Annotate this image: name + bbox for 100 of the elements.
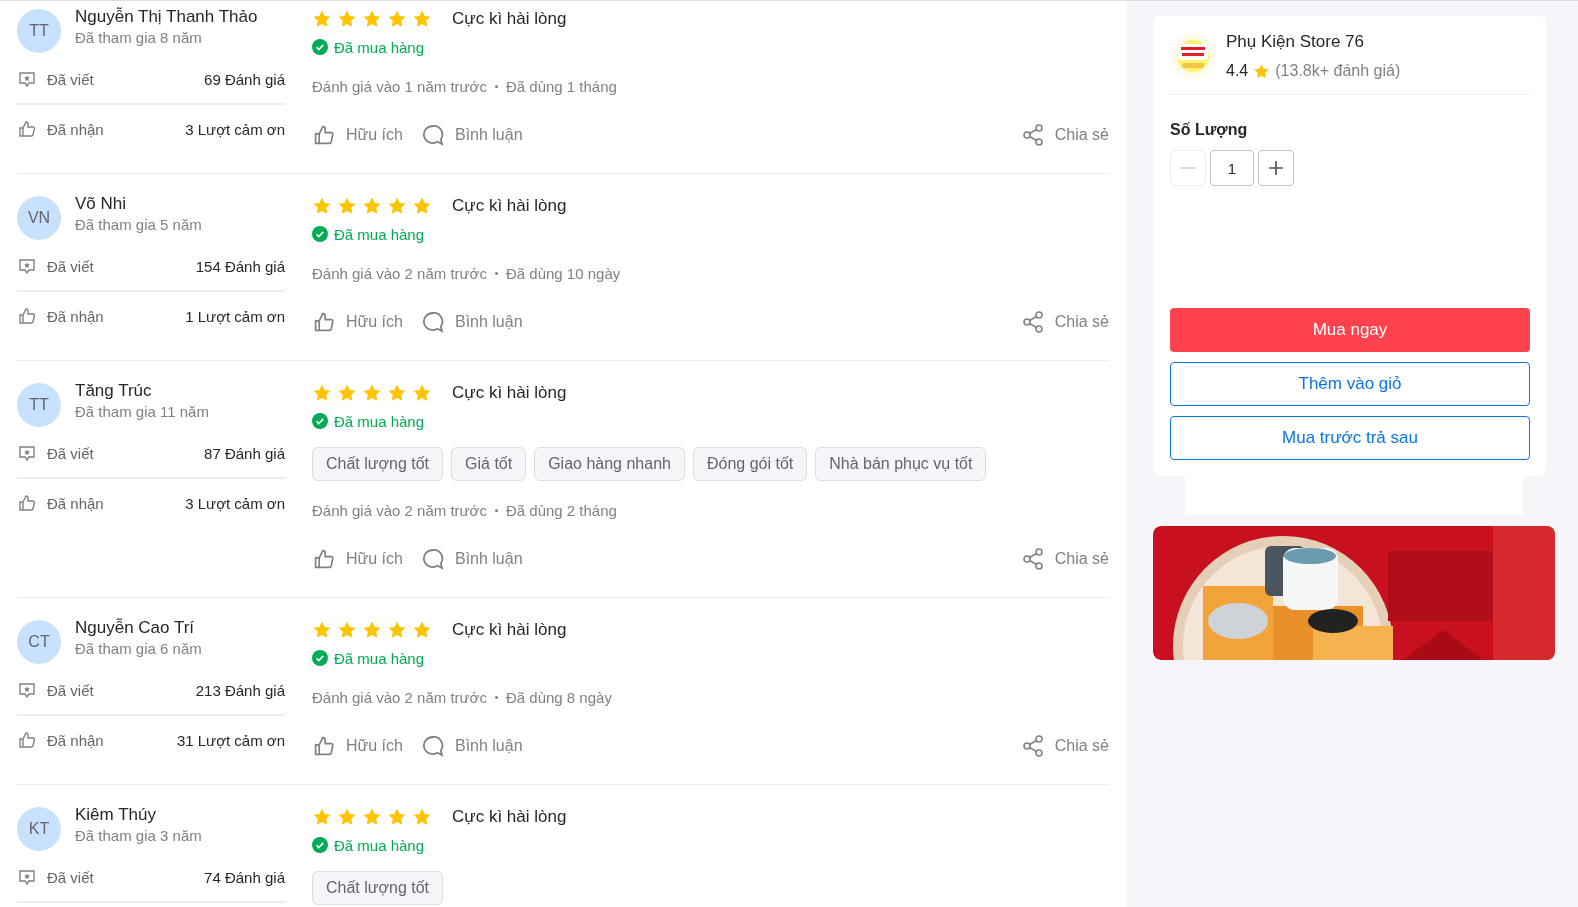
stat-label: Đã nhận: [47, 307, 105, 325]
comment-button[interactable]: Bình luận: [420, 734, 523, 758]
share-icon: [1020, 734, 1045, 758]
comment-icon: [420, 547, 445, 571]
user-avatar: CT: [17, 620, 61, 664]
share-button[interactable]: Chia sẻ: [1020, 734, 1109, 758]
thumbs-up-icon: [17, 730, 37, 750]
thanks-count: 1 Lượt cảm ơn: [185, 307, 285, 325]
stat-label: Đã viết: [47, 681, 95, 699]
star-icon: [387, 383, 407, 403]
review-written-icon: [17, 867, 37, 887]
star-icon: [337, 196, 357, 216]
purchased-label: Đã mua hàng: [334, 412, 425, 430]
thanks-count: 31 Lượt cảm ơn: [176, 731, 285, 749]
comment-button[interactable]: Bình luận: [420, 310, 523, 334]
review-tag: Giá tốt: [451, 447, 527, 481]
stat-label: Đã nhận: [47, 120, 105, 138]
thumbs-up-icon: [17, 119, 37, 139]
star-icon: [312, 807, 332, 827]
thumbs-up-icon: [312, 310, 336, 334]
review-tag: Đóng gói tốt: [692, 447, 808, 481]
star-icon: [362, 620, 382, 640]
user-avatar: VN: [17, 196, 61, 240]
comment-button[interactable]: Bình luận: [420, 123, 523, 147]
stat-label: Đã viết: [47, 444, 95, 462]
thumbs-up-icon: [312, 123, 336, 147]
share-icon: [1020, 123, 1045, 147]
join-duration: Đã tham gia 6 năm: [75, 639, 202, 659]
usage-duration: Đã dùng 2 tháng: [505, 502, 617, 519]
quantity-field[interactable]: 1: [1210, 150, 1254, 186]
purchased-label: Đã mua hàng: [334, 225, 425, 243]
comment-icon: [420, 310, 445, 334]
star-icon: [1253, 62, 1271, 80]
rating-text: Cực kì hài lòng: [452, 196, 567, 216]
review-count: 74 Đánh giá: [204, 868, 285, 886]
join-duration: Đã tham gia 5 năm: [75, 215, 202, 235]
review-date: Đánh giá vào 2 năm trước: [312, 265, 487, 282]
comment-button[interactable]: Bình luận: [420, 547, 523, 571]
star-icon: [412, 807, 432, 827]
rating-text: Cực kì hài lòng: [452, 9, 567, 29]
store-review-count: (13.8k+ đánh giá): [1275, 62, 1401, 80]
review-written-icon: [17, 680, 37, 700]
stat-label: Đã nhận: [47, 731, 105, 749]
reviewer-name: Nguyễn Cao Trí: [75, 617, 195, 639]
rating-text: Cực kì hài lòng: [452, 807, 567, 827]
review-date: Đánh giá vào 2 năm trước: [312, 689, 487, 706]
star-icon: [312, 9, 332, 29]
star-icon: [337, 383, 357, 403]
usage-duration: Đã dùng 1 tháng: [505, 78, 617, 95]
stat-label: Đã viết: [47, 257, 95, 275]
star-icon: [312, 383, 332, 403]
share-button[interactable]: Chia sẻ: [1020, 310, 1109, 334]
purchased-label: Đã mua hàng: [334, 649, 425, 667]
helpful-button[interactable]: Hữu ích: [312, 310, 403, 334]
star-icon: [362, 196, 382, 216]
share-button[interactable]: Chia sẻ: [1020, 547, 1109, 571]
reviewer-name: Kiêm Thúy: [75, 804, 156, 826]
helpful-button[interactable]: Hữu ích: [312, 547, 403, 571]
stat-label: Đã nhận: [47, 494, 105, 512]
star-icon: [387, 620, 407, 640]
increase-button[interactable]: [1258, 150, 1294, 186]
stat-label: Đã viết: [47, 70, 95, 88]
action-button[interactable]: Mua trước trả sau: [1170, 416, 1530, 460]
share-icon: [1020, 310, 1045, 334]
stat-label: Đã viết: [47, 868, 95, 886]
helpful-button[interactable]: Hữu ích: [312, 734, 403, 758]
purchased-label: Đã mua hàng: [334, 38, 425, 56]
store-name[interactable]: Phụ Kiện Store 76: [1226, 32, 1364, 52]
reviewer-name: Võ Nhi: [75, 193, 127, 215]
star-icon: [362, 9, 382, 29]
helpful-button[interactable]: Hữu ích: [312, 123, 403, 147]
thanks-count: 3 Lượt cảm ơn: [185, 120, 285, 138]
thumbs-up-icon: [17, 493, 37, 513]
review-written-icon: [17, 69, 37, 89]
thanks-count: 3 Lượt cảm ơn: [185, 494, 285, 512]
thumbs-up-icon: [17, 306, 37, 326]
rating-text: Cực kì hài lòng: [452, 620, 567, 640]
star-icon: [387, 807, 407, 827]
thumbs-up-icon: [312, 547, 336, 571]
share-button[interactable]: Chia sẻ: [1020, 123, 1109, 147]
thumbs-up-icon: [312, 734, 336, 758]
user-avatar: TT: [17, 383, 61, 427]
comment-icon: [420, 123, 445, 147]
action-button[interactable]: Thêm vào giỏ: [1170, 362, 1530, 406]
join-duration: Đã tham gia 8 năm: [75, 28, 202, 48]
review-written-icon: [17, 443, 37, 463]
star-icon: [412, 383, 432, 403]
star-icon: [337, 9, 357, 29]
join-duration: Đã tham gia 11 năm: [75, 402, 209, 422]
buy-now-button[interactable]: Mua ngay: [1170, 308, 1530, 352]
comment-icon: [420, 734, 445, 758]
star-icon: [412, 620, 432, 640]
share-icon: [1020, 547, 1045, 571]
star-icon: [362, 807, 382, 827]
review-count: 87 Đánh giá: [204, 444, 285, 462]
star-icon: [337, 807, 357, 827]
reviewer-name: Tăng Trúc: [75, 380, 152, 402]
star-icon: [412, 196, 432, 216]
store-rating: 4.4: [1226, 62, 1249, 80]
purchased-label: Đã mua hàng: [334, 836, 425, 854]
